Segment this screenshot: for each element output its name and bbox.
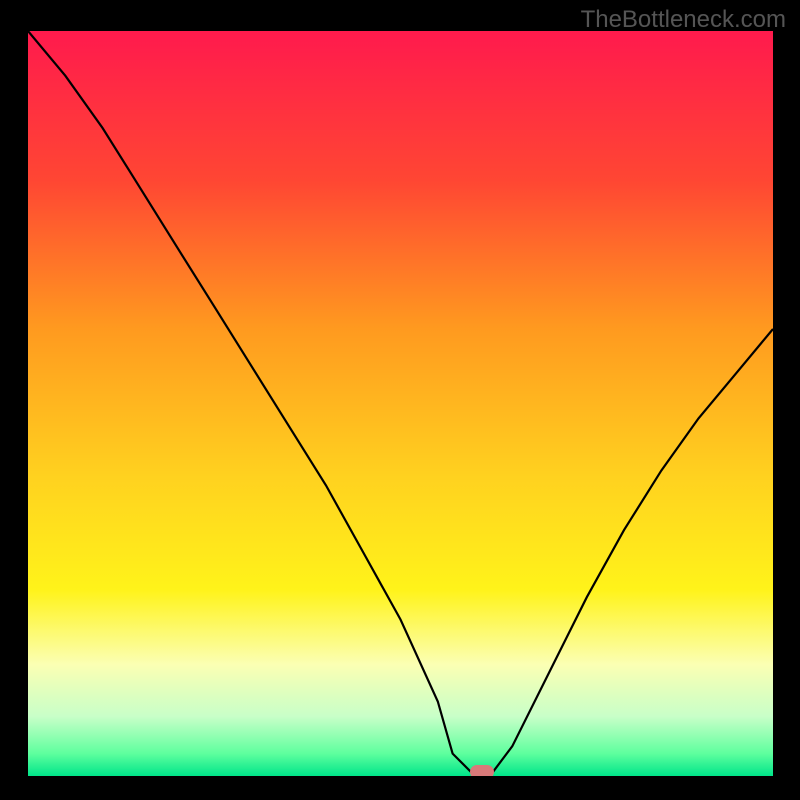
plot-area xyxy=(28,31,773,776)
optimal-marker xyxy=(470,765,494,776)
curve-line xyxy=(28,31,773,776)
watermark-text: TheBottleneck.com xyxy=(581,6,786,34)
